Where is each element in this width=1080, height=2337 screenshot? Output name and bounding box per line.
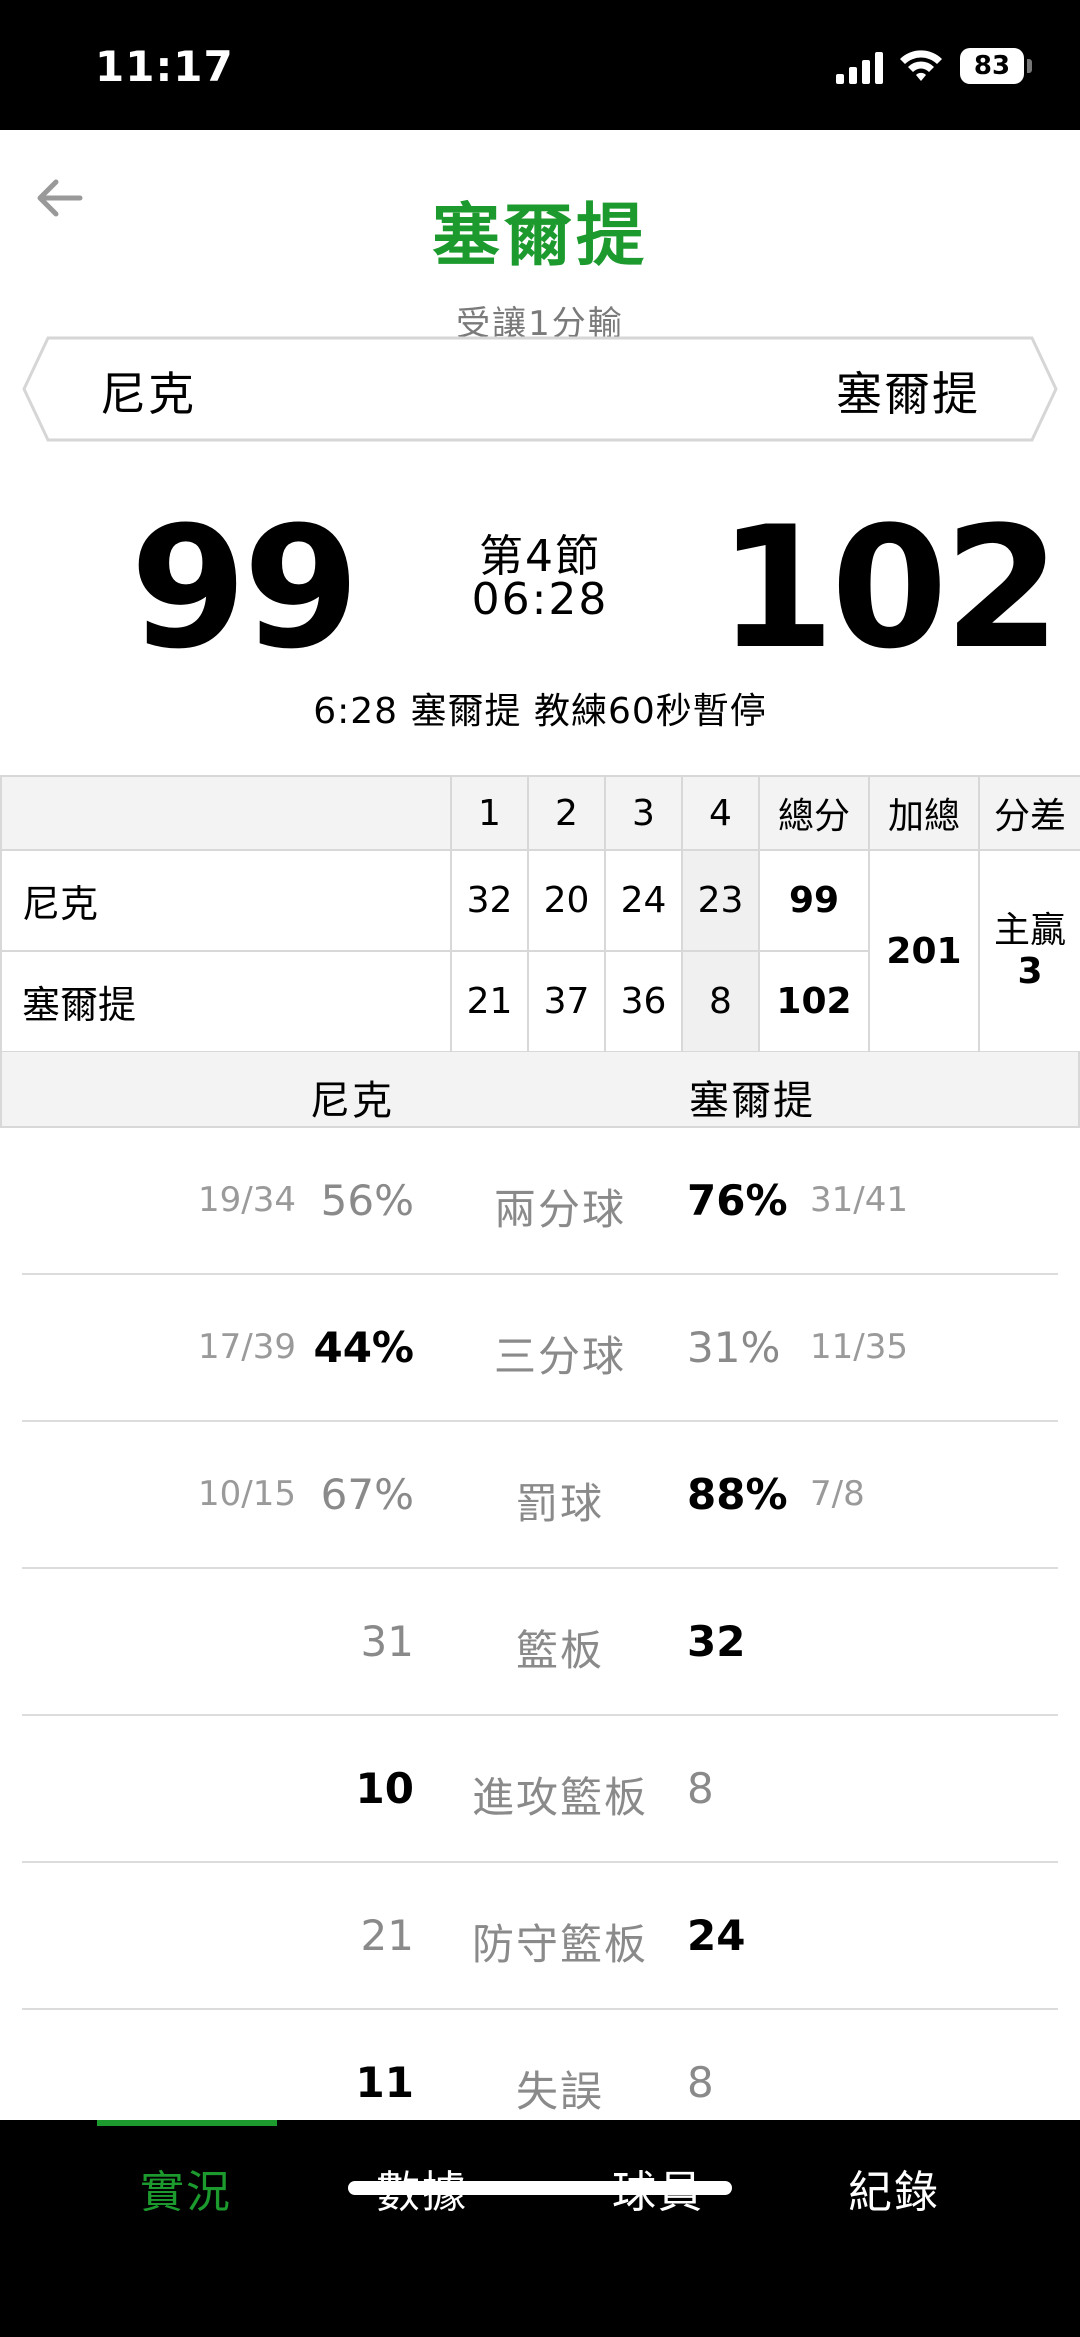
stat-label: 防守籃板 [471,1920,648,1969]
stat-home-value: 8 [687,2058,714,2107]
game-clock: 06:28 [471,574,609,625]
stat-away-fraction: 10/15 [198,1474,296,1514]
linescore-away-q1: 32 [450,849,529,952]
home-indicator[interactable] [348,2181,732,2195]
away-score: 99 [130,490,360,686]
stat-label: 失誤 [515,2067,604,2116]
stat-row: 10/15 67% 罰球 88% 7/8 [22,1422,1058,1569]
linescore-away-q2: 20 [527,849,606,952]
battery-level: 83 [960,48,1024,84]
linescore-away-q3: 24 [604,849,683,952]
stat-away-value: 10 [355,1764,414,1813]
tab-records[interactable]: 紀錄 [776,2156,1012,2220]
stats-header-away: 尼克 [310,1078,394,1124]
linescore-header-q4: 4 [681,775,760,851]
page-title: 塞爾提 [431,197,648,276]
linescore-header-row: 1 2 3 4 總分 加總 分差 [0,775,1080,851]
linescore-header-diff: 分差 [978,775,1080,851]
linescore-home-q1: 21 [450,950,529,1053]
linescore-away-q4: 23 [681,849,760,952]
linescore-header-combined: 加總 [868,775,980,851]
stat-home-value: 76% [687,1176,788,1225]
linescore-header-total: 總分 [758,775,870,851]
linescore-header-q3: 3 [604,775,683,851]
stat-away-value: 11 [355,2058,414,2107]
stat-away-value: 31 [360,1617,414,1666]
team-away-button[interactable]: 尼克 [100,358,196,424]
linescore-header-blank [0,775,452,851]
stat-home-value: 8 [687,1764,714,1813]
linescore-team-away: 尼克 [0,849,452,952]
stat-away-value: 21 [360,1911,414,1960]
stat-away-value: 56% [320,1176,414,1225]
active-tab-indicator [97,2120,277,2126]
linescore-table: 1 2 3 4 總分 加總 分差 尼克 32 20 24 23 99 201 主… [0,775,1080,1053]
stat-away-value: 67% [320,1470,414,1519]
stats-header: 尼克 塞爾提 [0,1052,1080,1128]
linescore-header-q2: 2 [527,775,606,851]
stat-label: 進攻籃板 [471,1773,648,1822]
tab-live[interactable]: 實況 [68,2156,304,2220]
linescore-home-q3: 36 [604,950,683,1053]
stat-row: 10 進攻籃板 8 [22,1716,1058,1863]
stat-row: 31 籃板 32 [22,1569,1058,1716]
stat-row: 19/34 56% 兩分球 76% 31/41 [22,1128,1058,1275]
linescore-team-home: 塞爾提 [0,950,452,1053]
stat-home-fraction: 7/8 [810,1474,865,1514]
stat-away-fraction: 17/39 [198,1327,296,1367]
home-score: 102 [718,490,1061,686]
stat-label: 籃板 [515,1626,604,1675]
stat-label: 罰球 [515,1479,604,1528]
linescore-home-total: 102 [758,950,870,1053]
linescore-diff-cell: 主贏 3 [978,849,1080,1053]
linescore-home-q4: 8 [681,950,760,1053]
linescore-header-q1: 1 [450,775,529,851]
stat-home-value: 31% [687,1323,781,1372]
linescore-home-q2: 37 [527,950,606,1053]
stat-label: 兩分球 [493,1185,626,1234]
linescore-diff-value: 3 [1017,951,1043,992]
stat-home-fraction: 11/35 [810,1327,908,1367]
linescore-combined-total: 201 [868,849,980,1053]
status-bar: 11:17 83 [0,0,1080,130]
bottom-tab-bar: 實況 數據 球員 紀錄 [0,2120,1080,2337]
linescore-row-away: 尼克 32 20 24 23 99 201 主贏 3 [0,849,1080,1053]
wifi-icon [900,50,942,81]
battery-tip [1027,59,1032,73]
stats-header-home: 塞爾提 [689,1078,815,1124]
stat-row: 17/39 44% 三分球 31% 11/35 [22,1275,1058,1422]
stat-home-value: 24 [687,1911,746,1960]
stat-home-value: 88% [687,1470,788,1519]
stat-home-fraction: 31/41 [810,1180,908,1220]
latest-event: 6:28 塞爾提 教練60秒暫停 [313,691,767,732]
linescore-away-total: 99 [758,849,870,952]
stat-row: 21 防守籃板 24 [22,1863,1058,2010]
status-time: 11:17 [95,42,234,91]
stat-home-value: 32 [687,1617,746,1666]
team-home-button[interactable]: 塞爾提 [836,358,980,424]
stat-away-value: 44% [313,1323,414,1372]
stat-label: 三分球 [493,1332,626,1381]
stat-away-fraction: 19/34 [198,1180,296,1220]
cellular-signal-icon [836,52,883,84]
linescore-diff-label: 主贏 [993,909,1066,951]
